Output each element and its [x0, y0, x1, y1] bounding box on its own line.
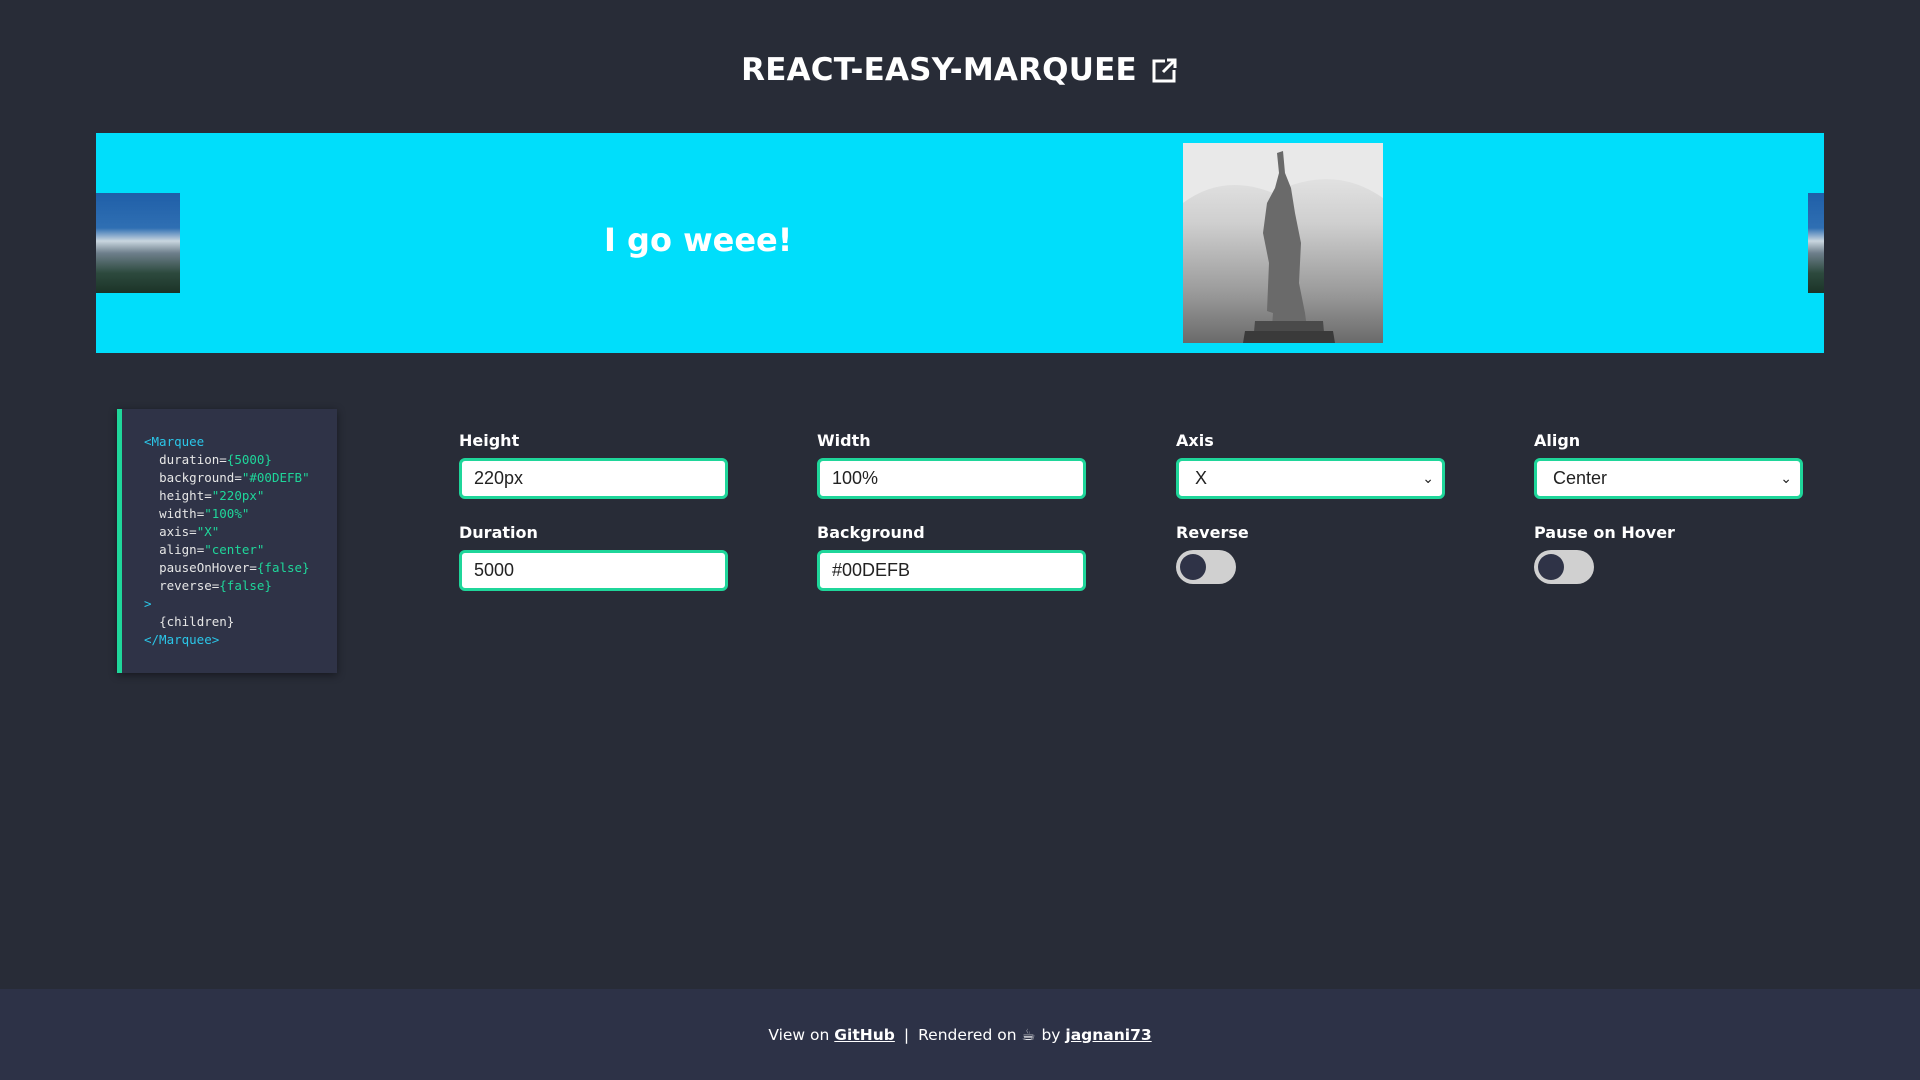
code-prop-value: {5000} [226, 452, 272, 467]
footer-rendered-on: Rendered on [918, 1025, 1017, 1044]
code-prop-value: "100%" [204, 506, 250, 521]
toggle-knob [1538, 554, 1564, 580]
code-open-tag: <Marquee [144, 434, 205, 449]
code-prop-name: duration= [159, 452, 227, 467]
code-close-tag: </Marquee> [144, 632, 220, 647]
code-prop-value: {false} [219, 578, 272, 593]
marquee-text: I go weee! [604, 221, 793, 259]
background-label: Background [817, 523, 925, 542]
width-input[interactable] [817, 458, 1086, 499]
code-prop-value: "#00DEFB" [241, 470, 310, 485]
pause-on-hover-label: Pause on Hover [1534, 523, 1675, 542]
mountain-image [96, 193, 180, 293]
width-field: Width [817, 431, 1086, 499]
pause-on-hover-toggle[interactable] [1534, 550, 1594, 584]
footer-by: by [1041, 1025, 1061, 1044]
background-input[interactable] [817, 550, 1086, 591]
height-label: Height [459, 431, 520, 450]
code-prop-name: axis= [159, 524, 197, 539]
code-prop: height="220px" [144, 487, 337, 505]
chevron-down-icon: ⌄ [1422, 470, 1434, 486]
code-prop: width="100%" [144, 505, 337, 523]
author-link[interactable]: jagnani73 [1065, 1026, 1151, 1044]
code-preview: <Marquee duration={5000} background="#00… [117, 409, 337, 673]
code-prop-name: background= [159, 470, 242, 485]
align-selected-value: Center [1553, 468, 1608, 488]
footer: View on GitHub | Rendered on ☕ by jagnan… [0, 989, 1920, 1080]
duration-field: Duration [459, 523, 728, 591]
code-prop: align="center" [144, 541, 337, 559]
reverse-field: Reverse [1176, 523, 1249, 584]
code-close-bracket: > [144, 596, 152, 611]
code-prop-value: "X" [196, 524, 220, 539]
height-input[interactable] [459, 458, 728, 499]
background-field: Background [817, 523, 1086, 591]
footer-view-on: View on [768, 1025, 830, 1044]
duration-label: Duration [459, 523, 538, 542]
code-prop: axis="X" [144, 523, 337, 541]
align-select[interactable]: Center ⌄ [1534, 458, 1803, 499]
code-prop-name: pauseOnHover= [159, 560, 257, 575]
toggle-knob [1180, 554, 1206, 580]
axis-label: Axis [1176, 431, 1214, 450]
code-prop: background="#00DEFB" [144, 469, 337, 487]
code-prop-value: "center" [204, 542, 265, 557]
mountain-image [1808, 193, 1824, 293]
width-label: Width [817, 431, 871, 450]
code-prop-name: width= [159, 506, 205, 521]
code-children-text: {children} [159, 614, 235, 629]
code-prop-name: reverse= [159, 578, 220, 593]
axis-selected-value: X [1195, 468, 1208, 488]
align-field: Align Center ⌄ [1534, 431, 1803, 499]
height-field: Height [459, 431, 728, 499]
axis-select[interactable]: X ⌄ [1176, 458, 1445, 499]
chevron-down-icon: ⌄ [1780, 470, 1792, 486]
external-link-icon[interactable] [1151, 56, 1179, 84]
code-prop: duration={5000} [144, 451, 337, 469]
code-children: {children} [144, 613, 337, 631]
code-prop-name: height= [159, 488, 212, 503]
code-prop: pauseOnHover={false} [144, 559, 337, 577]
code-prop-name: align= [159, 542, 205, 557]
code-prop-value: {false} [256, 560, 310, 575]
duration-input[interactable] [459, 550, 728, 591]
footer-separator: | [903, 1025, 910, 1044]
app-title: REACT-EASY-MARQUEE [741, 52, 1137, 88]
axis-field: Axis X ⌄ [1176, 431, 1445, 499]
code-prop: reverse={false} [144, 577, 337, 595]
align-label: Align [1534, 431, 1581, 450]
reverse-label: Reverse [1176, 523, 1249, 542]
github-link[interactable]: GitHub [834, 1026, 895, 1044]
statue-of-liberty-image [1183, 143, 1383, 343]
code-prop-value: "220px" [211, 488, 265, 503]
page-title: REACT-EASY-MARQUEE [0, 52, 1920, 88]
reverse-toggle[interactable] [1176, 550, 1236, 584]
coffee-icon: ☕ [1021, 1025, 1036, 1044]
marquee-preview[interactable]: I go weee! [96, 133, 1824, 353]
pause-on-hover-field: Pause on Hover [1534, 523, 1675, 584]
